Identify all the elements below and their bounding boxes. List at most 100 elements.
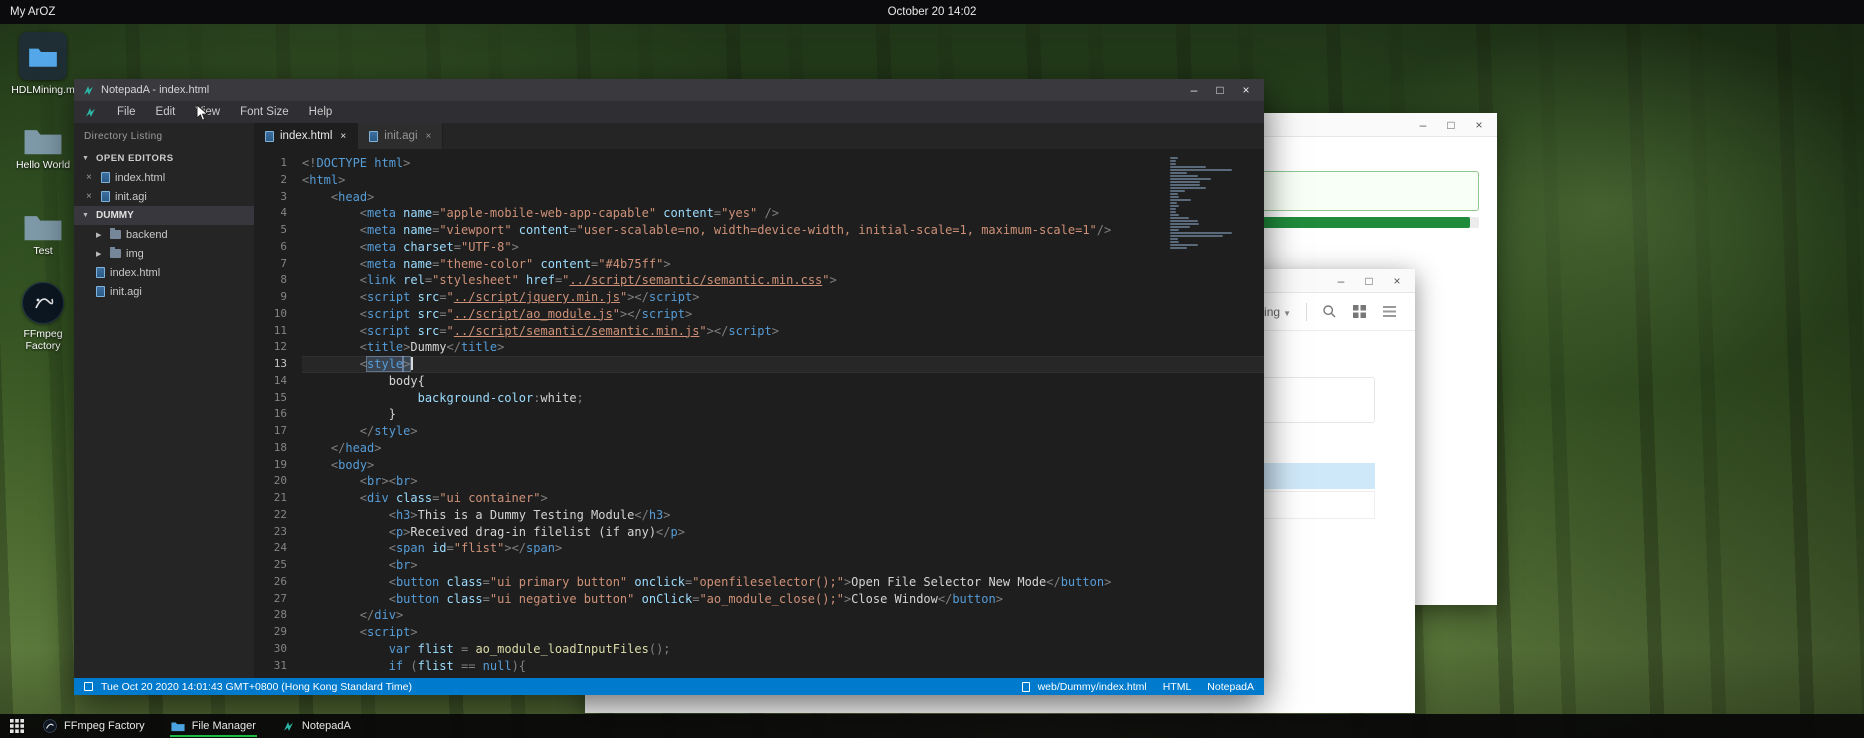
close-button[interactable]: ×	[1240, 83, 1252, 97]
search-icon[interactable]	[1322, 304, 1337, 319]
code-line[interactable]: var flist = ao_module_loadInputFiles();	[302, 641, 1264, 658]
taskbar-item-notepada[interactable]: NotepadA	[269, 714, 364, 738]
code-lines[interactable]: <!DOCTYPE html><html> <head> <meta name=…	[302, 155, 1264, 678]
sidebar-item-dummy[interactable]: ▼DUMMY	[74, 206, 254, 225]
minimap-line	[1170, 241, 1179, 243]
code-line[interactable]: </head>	[302, 440, 1264, 457]
close-icon[interactable]: ×	[86, 172, 96, 183]
tab-index-html[interactable]: index.html ×	[254, 123, 358, 149]
minimap-line	[1170, 205, 1179, 207]
editor-area: index.html × init.agi × 1234567891011121…	[254, 123, 1264, 678]
tab-close-icon[interactable]: ×	[426, 131, 432, 142]
window-title-bar[interactable]: NotepadA - index.html – □ ×	[74, 79, 1264, 101]
code-line[interactable]: <h3>This is a Dummy Testing Module</h3>	[302, 507, 1264, 524]
code-line[interactable]: <br><br>	[302, 473, 1264, 490]
taskbar-item-ffmpeg-factory[interactable]: FFmpeg Factory	[30, 714, 158, 738]
minimap-line	[1170, 226, 1190, 228]
code-line[interactable]: <head>	[302, 189, 1264, 206]
code-line[interactable]: <meta name="theme-color" content="#4b75f…	[302, 256, 1264, 273]
sidebar-item-open-editors[interactable]: ▼OPEN EDITORS	[74, 149, 254, 168]
code-line[interactable]: background-color:white;	[302, 390, 1264, 407]
line-number: 22	[254, 507, 287, 524]
code-line[interactable]: <span id="flist"></span>	[302, 540, 1264, 557]
item-label: DUMMY	[96, 210, 134, 221]
line-number: 10	[254, 306, 287, 323]
sidebar-item-backend[interactable]: ▶backend	[74, 225, 254, 244]
close-button[interactable]: ×	[1473, 118, 1485, 132]
maximize-button[interactable]: □	[1214, 83, 1226, 97]
code-line[interactable]: <meta name="apple-mobile-web-app-capable…	[302, 205, 1264, 222]
minimap-line	[1170, 232, 1232, 234]
code-line[interactable]: if (flist == null){	[302, 658, 1264, 675]
sidebar-item-init-agi[interactable]: init.agi	[74, 282, 254, 301]
code-line[interactable]: <link rel="stylesheet" href="../script/s…	[302, 272, 1264, 289]
menu-view[interactable]: View	[195, 106, 220, 118]
window-title: NotepadA - index.html	[101, 84, 209, 96]
minimap-line	[1170, 172, 1187, 174]
desktop-icon-label: Test	[10, 245, 76, 257]
chevron-right-icon: ▶	[96, 250, 105, 258]
tab-close-icon[interactable]: ×	[340, 131, 346, 142]
close-button[interactable]: ×	[1391, 274, 1403, 288]
code-line[interactable]: }	[302, 406, 1264, 423]
menu-file[interactable]: File	[117, 106, 136, 118]
code-line[interactable]: <script src="../script/ao_module.js"></s…	[302, 306, 1264, 323]
desktop-icon-hello-world[interactable]: Hello World	[10, 124, 76, 171]
tab-init-agi[interactable]: init.agi ×	[358, 123, 443, 149]
code-line[interactable]: <meta charset="UTF-8">	[302, 239, 1264, 256]
sidebar-item-index-html[interactable]: index.html	[74, 263, 254, 282]
menu-help[interactable]: Help	[309, 106, 333, 118]
code-line[interactable]: <!DOCTYPE html>	[302, 155, 1264, 172]
code-line[interactable]: <style>	[302, 356, 1264, 373]
tab-bar: index.html × init.agi ×	[254, 123, 1264, 149]
menu-font-size[interactable]: Font Size	[240, 106, 289, 118]
item-label: index.html	[110, 267, 160, 279]
taskbar-item-file-manager[interactable]: File Manager	[158, 714, 269, 738]
desktop-icon-ffmpeg-factory[interactable]: FFmpeg Factory	[10, 282, 76, 352]
line-number: 28	[254, 607, 287, 624]
close-icon[interactable]: ×	[86, 191, 96, 202]
desktop-icon-hdlmining[interactable]: HDLMining.m	[10, 32, 76, 96]
code-line[interactable]: </style>	[302, 423, 1264, 440]
minimize-button[interactable]: –	[1188, 83, 1200, 97]
code-line[interactable]: <meta name="viewport" content="user-scal…	[302, 222, 1264, 239]
file-icon	[1022, 682, 1030, 692]
list-view-icon[interactable]	[1382, 305, 1397, 318]
minimap-line	[1170, 229, 1179, 231]
status-language[interactable]: HTML	[1163, 681, 1192, 693]
code-line[interactable]: <script src="../script/semantic/semantic…	[302, 323, 1264, 340]
line-number: 26	[254, 574, 287, 591]
code-line[interactable]: <script src="../script/jquery.min.js"></…	[302, 289, 1264, 306]
line-number: 12	[254, 339, 287, 356]
minimap-line	[1170, 220, 1198, 222]
menu-edit[interactable]: Edit	[156, 106, 176, 118]
file-icon	[96, 286, 105, 297]
code-line[interactable]: <br>	[302, 557, 1264, 574]
minimap-line	[1170, 190, 1185, 192]
code-editor[interactable]: 1234567891011121314151617181920212223242…	[254, 149, 1264, 678]
code-line[interactable]: <html>	[302, 172, 1264, 189]
code-line[interactable]: <p>Received drag-in filelist (if any)</p…	[302, 524, 1264, 541]
code-line[interactable]: <div class="ui container">	[302, 490, 1264, 507]
minimize-button[interactable]: –	[1417, 118, 1429, 132]
minimap[interactable]	[1170, 157, 1256, 250]
code-line[interactable]: </div>	[302, 607, 1264, 624]
sidebar-item-init-agi[interactable]: ×init.agi	[74, 187, 254, 206]
grid-view-icon[interactable]	[1352, 304, 1367, 319]
code-line[interactable]: <title>Dummy</title>	[302, 339, 1264, 356]
maximize-button[interactable]: □	[1363, 274, 1375, 288]
status-datetime: Tue Oct 20 2020 14:01:43 GMT+0800 (Hong …	[101, 681, 412, 693]
desktop-icon-test[interactable]: Test	[10, 210, 76, 257]
start-menu-button[interactable]	[4, 714, 30, 738]
line-number: 3	[254, 189, 287, 206]
code-line[interactable]: <button class="ui primary button" onclic…	[302, 574, 1264, 591]
minimize-button[interactable]: –	[1335, 274, 1347, 288]
code-line[interactable]: <body>	[302, 457, 1264, 474]
code-line[interactable]: <script>	[302, 624, 1264, 641]
sidebar-item-img[interactable]: ▶img	[74, 244, 254, 263]
sidebar-item-index-html[interactable]: ×index.html	[74, 168, 254, 187]
tab-label: init.agi	[384, 130, 417, 142]
maximize-button[interactable]: □	[1445, 118, 1457, 132]
code-line[interactable]: <button class="ui negative button" onCli…	[302, 591, 1264, 608]
code-line[interactable]: body{	[302, 373, 1264, 390]
